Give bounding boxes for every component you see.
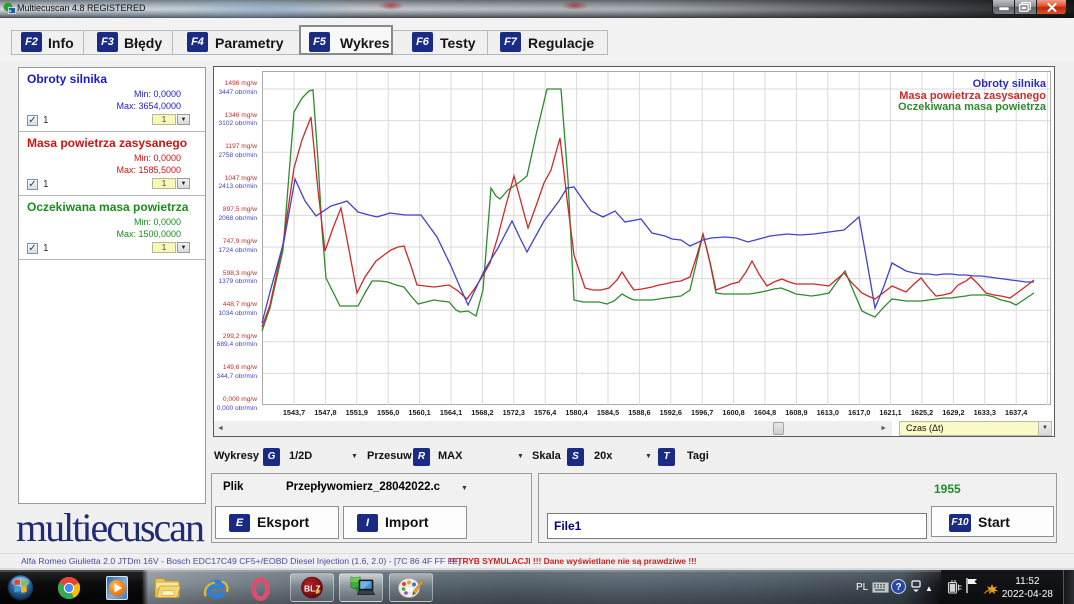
svg-text:?: ? bbox=[896, 582, 902, 593]
